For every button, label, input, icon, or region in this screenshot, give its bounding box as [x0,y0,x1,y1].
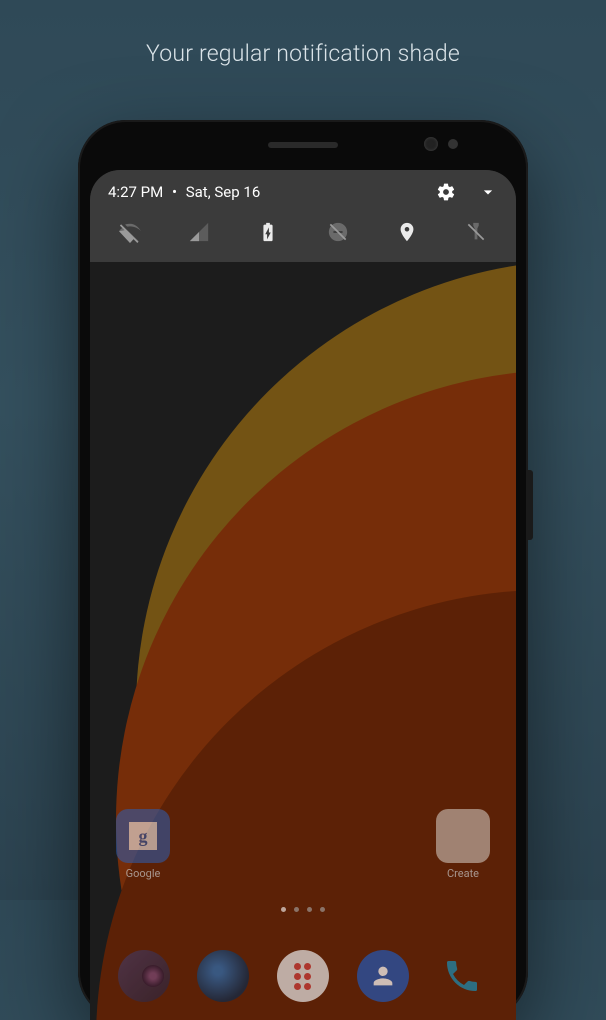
phone-mockup: 4:27 PM • Sat, Sep 16 [78,120,528,1020]
separator: • [172,183,177,201]
app-label: Create [447,867,479,880]
status-date: Sat, Sep 16 [186,183,261,201]
notification-shade[interactable]: 4:27 PM • Sat, Sep 16 [90,170,516,262]
phone-screen: 4:27 PM • Sat, Sep 16 [90,170,516,1020]
promo-caption: Your regular notification shade [0,0,606,67]
app-google[interactable]: g Google [116,809,170,880]
quick-settings-row [108,202,498,248]
contacts-icon[interactable] [357,950,409,1002]
front-camera [424,137,438,151]
google-icon: g [116,809,170,863]
flashlight-off-icon[interactable] [464,220,488,244]
wifi-off-icon[interactable] [118,220,142,244]
app-label: Google [126,867,161,880]
status-time-date: 4:27 PM • Sat, Sep 16 [108,183,260,201]
battery-charging-icon[interactable] [256,220,280,244]
dock [90,950,516,1002]
proximity-sensor [448,139,458,149]
phone-icon[interactable] [436,950,488,1002]
earpiece [268,142,338,148]
camera-icon[interactable] [118,950,170,1002]
settings-icon[interactable] [436,182,456,202]
status-time: 4:27 PM [108,183,163,201]
home-row: g Google Create [90,809,516,880]
browser-icon[interactable] [197,950,249,1002]
create-icon [436,809,490,863]
cellular-signal-icon[interactable] [187,220,211,244]
location-icon[interactable] [395,220,419,244]
app-create[interactable]: Create [436,809,490,880]
expand-icon[interactable] [478,182,498,202]
dnd-off-icon[interactable] [326,220,350,244]
page-indicator[interactable] [90,907,516,912]
app-drawer-button[interactable] [277,950,329,1002]
dim-overlay [90,170,516,1020]
